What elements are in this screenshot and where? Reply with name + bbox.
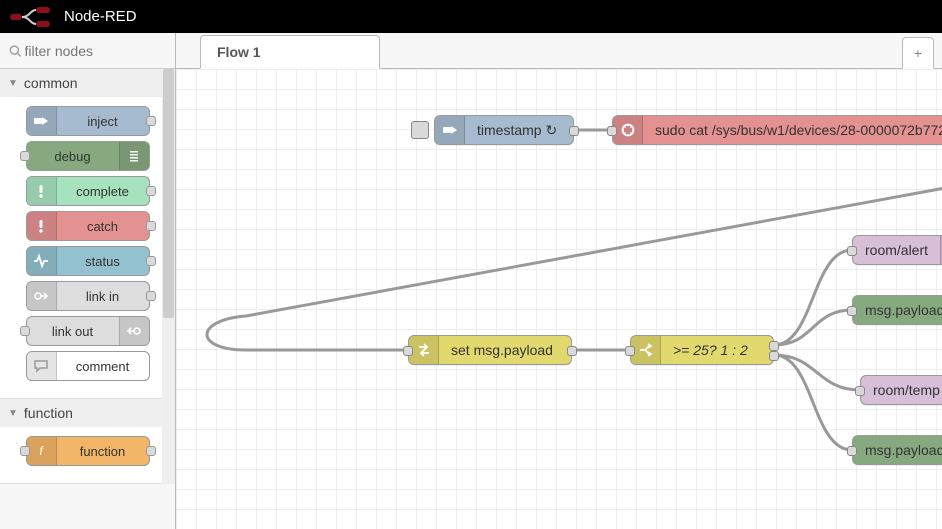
port-out[interactable] — [769, 341, 779, 351]
node-label: set msg.payload — [439, 342, 565, 358]
port-in[interactable] — [847, 246, 857, 256]
tab-bar: Flow 1 + — [176, 33, 942, 69]
app-logo — [10, 7, 54, 27]
chevron-down-icon: ▼ — [8, 408, 18, 419]
filter-input[interactable] — [23, 42, 168, 60]
palette-node-label: status — [57, 254, 149, 269]
node-label: room/alert — [853, 242, 940, 258]
palette-node-label: complete — [57, 184, 149, 199]
palette-node-label: debug — [27, 149, 119, 164]
comment-icon — [27, 352, 57, 380]
chevron-down-icon: ▼ — [8, 78, 18, 89]
palette-node[interactable]: status — [26, 246, 150, 276]
port-in[interactable] — [847, 446, 857, 456]
flow-canvas[interactable]: timestamp ↻ sudo cat /sys/bus/w1/devices/… — [176, 69, 942, 529]
palette-node[interactable]: inject — [26, 106, 150, 136]
flow-node-inject[interactable]: timestamp ↻ — [434, 115, 574, 145]
node-label: room/temp — [861, 382, 942, 398]
node-label: msg.payload — [853, 442, 942, 458]
wire[interactable] — [207, 123, 942, 351]
inject-icon — [27, 107, 57, 135]
alert-icon — [27, 177, 57, 205]
flow-node-debug2[interactable]: msg.payload — [852, 435, 942, 465]
change-icon — [409, 336, 439, 364]
filter-bar — [0, 33, 175, 69]
palette-node[interactable]: complete — [26, 176, 150, 206]
port-in[interactable] — [607, 126, 617, 136]
palette-node[interactable]: catch — [26, 211, 150, 241]
palette-node-label: link in — [57, 289, 149, 304]
svg-text:f: f — [39, 444, 44, 458]
debug-icon — [119, 142, 149, 170]
inject-icon — [435, 116, 465, 144]
palette-node-label: inject — [57, 114, 149, 129]
port-out[interactable] — [569, 126, 579, 136]
port-in — [20, 151, 30, 161]
function-icon: f — [27, 437, 57, 465]
inject-button[interactable] — [411, 121, 429, 139]
port-in[interactable] — [625, 346, 635, 356]
port-out[interactable] — [769, 351, 779, 361]
node-label: timestamp ↻ — [465, 122, 569, 139]
palette-node[interactable]: comment — [26, 351, 150, 381]
palette-node[interactable]: debug — [26, 141, 150, 171]
node-label: msg.payload — [853, 302, 942, 318]
palette: ▼ common inject debug complete catch status lin… — [0, 33, 176, 529]
flow-node-exec[interactable]: sudo cat /sys/bus/w1/devices/28-0000072b… — [612, 115, 942, 145]
palette-node[interactable]: link out — [26, 316, 150, 346]
link-in-icon — [27, 282, 57, 310]
palette-node-label: comment — [57, 359, 149, 374]
add-flow-button[interactable]: + — [902, 37, 934, 69]
port-out — [146, 221, 156, 231]
port-out — [146, 291, 156, 301]
palette-node[interactable]: link in — [26, 281, 150, 311]
flow-node-switch[interactable]: >= 25? 1 : 2 — [630, 335, 774, 365]
category-label: function — [24, 405, 73, 421]
palette-node[interactable]: f function — [26, 436, 150, 466]
workspace: Flow 1 + timestamp ↻ sudo cat /sys/bus/w1… — [176, 33, 942, 529]
port-in[interactable] — [847, 306, 857, 316]
node-label: sudo cat /sys/bus/w1/devices/28-0000072b… — [643, 122, 942, 138]
palette-scrollbar[interactable] — [162, 69, 175, 484]
status-icon — [27, 247, 57, 275]
port-out — [146, 116, 156, 126]
exec-icon — [613, 116, 643, 144]
switch-icon — [631, 336, 661, 364]
port-in — [20, 326, 30, 336]
flow-node-debug1[interactable]: msg.payload — [852, 295, 942, 325]
flow-node-mqtt2[interactable]: room/temp — [860, 375, 942, 405]
node-label: >= 25? 1 : 2 — [661, 342, 760, 358]
port-out[interactable] — [567, 346, 577, 356]
flow-node-mqtt1[interactable]: room/alert — [852, 235, 942, 265]
port-in[interactable] — [855, 386, 865, 396]
wire[interactable] — [774, 250, 852, 345]
app-header: Node-RED — [0, 0, 942, 33]
link-out-icon — [119, 317, 149, 345]
flow-tab[interactable]: Flow 1 — [200, 35, 380, 69]
palette-node-label: catch — [57, 219, 149, 234]
app-title: Node-RED — [64, 8, 137, 25]
alert-icon — [27, 212, 57, 240]
wire[interactable] — [774, 310, 852, 345]
palette-node-label: function — [57, 444, 149, 459]
palette-list: ▼ common inject debug complete catch status lin… — [0, 69, 175, 484]
port-out — [146, 256, 156, 266]
palette-node-label: link out — [27, 324, 119, 339]
category-label: common — [24, 75, 78, 91]
flow-node-change[interactable]: set msg.payload — [408, 335, 572, 365]
search-icon — [8, 43, 23, 59]
palette-category-header[interactable]: ▼ common — [0, 69, 175, 97]
port-out — [146, 446, 156, 456]
palette-category-header[interactable]: ▼ function — [0, 399, 175, 427]
port-out — [146, 186, 156, 196]
port-in[interactable] — [403, 346, 413, 356]
port-in — [20, 446, 30, 456]
